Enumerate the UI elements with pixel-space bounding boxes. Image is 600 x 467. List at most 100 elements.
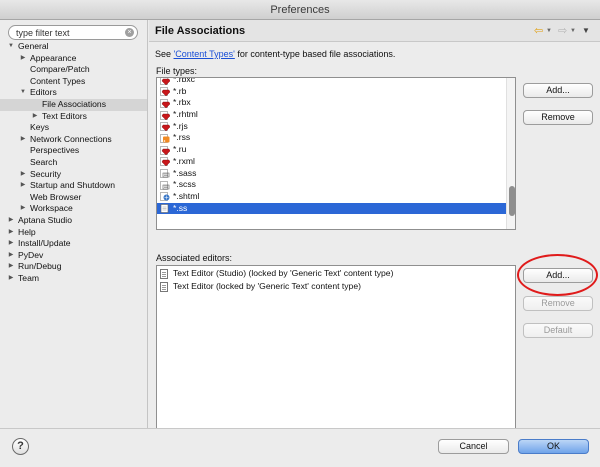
tree-item-label: Team xyxy=(18,272,40,283)
collapsed-triangle-icon[interactable]: ▶ xyxy=(7,215,15,227)
tree-item[interactable]: Content Types xyxy=(0,76,147,88)
file-type-row[interactable]: *.rss xyxy=(157,132,508,144)
tree-item[interactable]: ▶ Security xyxy=(0,169,147,181)
file-type-row[interactable]: *.rxml xyxy=(157,156,508,168)
file-type-name: *.ru xyxy=(173,144,187,155)
collapsed-triangle-icon[interactable]: ▶ xyxy=(7,273,15,285)
hint-suffix: for content-type based file associations… xyxy=(234,49,396,59)
file-type-name: *.rb xyxy=(173,85,187,96)
tree-item-label: Text Editors xyxy=(42,110,87,121)
tree-item[interactable]: ▶ Help xyxy=(0,227,147,239)
tree-item[interactable]: ▶ Startup and Shutdown xyxy=(0,180,147,192)
collapsed-triangle-icon[interactable]: ▶ xyxy=(31,111,39,123)
collapsed-triangle-icon[interactable]: ▶ xyxy=(19,134,27,146)
file-type-row[interactable]: *.rbx xyxy=(157,97,508,109)
collapsed-triangle-icon[interactable]: ▶ xyxy=(19,169,27,181)
window-titlebar: Preferences xyxy=(0,0,600,20)
file-type-row[interactable]: *.rjs xyxy=(157,121,508,133)
tree-item[interactable]: ▶ Install/Update xyxy=(0,238,147,250)
page-title: File Associations xyxy=(155,25,246,37)
history-nav: ⇦ ▼ ⇨ ▼ ▼ xyxy=(534,25,594,37)
associated-editors-list[interactable]: Text Editor (Studio) (locked by 'Generic… xyxy=(156,265,516,437)
file-types-remove-button[interactable]: Remove xyxy=(523,110,593,125)
collapsed-triangle-icon[interactable]: ▶ xyxy=(19,53,27,65)
file-types-label: File types: xyxy=(156,66,198,76)
filter-input[interactable] xyxy=(16,27,124,38)
tree-item-label: Appearance xyxy=(30,52,77,63)
file-type-row[interactable]: *.rhtml xyxy=(157,109,508,121)
file-type-name: *.rxml xyxy=(173,155,195,166)
expanded-triangle-icon[interactable]: ▼ xyxy=(7,41,15,53)
file-type-row[interactable]: *.rbxc xyxy=(157,78,508,86)
tree-item[interactable]: ▶ Network Connections xyxy=(0,134,147,146)
tree-item[interactable]: File Associations xyxy=(0,98,147,111)
tree-item[interactable]: Perspectives xyxy=(0,145,147,157)
help-icon[interactable]: ? xyxy=(12,438,29,455)
tree-item[interactable]: ▶ Aptana Studio xyxy=(0,215,147,227)
associated-editors-label: Associated editors: xyxy=(156,253,233,263)
preferences-sidebar: × ▼General▶AppearanceCompare/PatchConten… xyxy=(0,20,148,428)
file-type-row[interactable]: *.ss xyxy=(157,202,508,215)
associated-editor-row[interactable]: Text Editor (locked by 'Generic Text' co… xyxy=(157,280,515,293)
file-type-row[interactable]: *.scss xyxy=(157,179,508,191)
collapsed-triangle-icon[interactable]: ▶ xyxy=(7,238,15,250)
forward-dropdown-icon[interactable]: ▼ xyxy=(570,25,576,37)
tree-item[interactable]: ▶ Team xyxy=(0,273,147,285)
page-header: File Associations ⇦ ▼ ⇨ ▼ ▼ xyxy=(149,20,600,42)
tree-item[interactable]: Keys xyxy=(0,122,147,134)
tree-item-label: Search xyxy=(30,156,58,167)
editors-remove-button[interactable]: Remove xyxy=(523,296,593,311)
expanded-triangle-icon[interactable]: ▼ xyxy=(19,87,27,99)
file-type-row[interactable]: *.rb xyxy=(157,86,508,98)
tree-item[interactable]: ▶ Workspace xyxy=(0,203,147,215)
content-types-link[interactable]: 'Content Types' xyxy=(174,49,235,59)
file-types-scrollbar[interactable] xyxy=(506,78,515,229)
file-type-name: *.rbx xyxy=(173,97,191,108)
ok-button[interactable]: OK xyxy=(518,439,589,454)
collapsed-triangle-icon[interactable]: ▶ xyxy=(7,250,15,262)
file-type-name: *.ss xyxy=(173,202,188,213)
filter-search-box[interactable]: × xyxy=(8,25,138,40)
file-types-add-button[interactable]: Add... xyxy=(523,83,593,98)
editor-name: Text Editor (Studio) (locked by 'Generic… xyxy=(173,268,394,278)
ruby-gem-icon xyxy=(160,78,170,85)
tree-item[interactable]: ▼ General xyxy=(0,41,147,53)
view-menu-icon[interactable]: ▼ xyxy=(582,25,590,37)
tree-item[interactable]: Web Browser xyxy=(0,192,147,204)
preferences-tree: ▼ General ▶ Appearance Compare/Patch Content … xyxy=(0,41,147,284)
tree-item[interactable]: ▼ Editors xyxy=(0,87,147,99)
collapsed-triangle-icon[interactable]: ▶ xyxy=(7,227,15,239)
file-type-name: *.scss xyxy=(173,179,196,190)
sass-icon xyxy=(160,169,170,178)
collapsed-triangle-icon[interactable]: ▶ xyxy=(19,180,27,192)
tree-item-label: Web Browser xyxy=(30,191,82,202)
tree-item[interactable]: ▶ Run/Debug xyxy=(0,261,147,273)
tree-item[interactable]: ▶ Appearance xyxy=(0,53,147,65)
tree-item-label: Startup and Shutdown xyxy=(30,180,116,191)
tree-item[interactable]: Compare/Patch xyxy=(0,64,147,76)
ruby-gem-icon xyxy=(160,87,170,97)
forward-arrow-icon[interactable]: ⇨ xyxy=(558,25,567,37)
file-types-scroll-thumb[interactable] xyxy=(508,186,515,216)
clear-filter-icon[interactable]: × xyxy=(125,28,134,37)
file-type-row[interactable]: *.shtml xyxy=(157,191,508,203)
cancel-button[interactable]: Cancel xyxy=(438,439,509,454)
back-arrow-icon[interactable]: ⇦ xyxy=(534,25,543,37)
file-type-name: *.sass xyxy=(173,167,197,178)
collapsed-triangle-icon[interactable]: ▶ xyxy=(19,203,27,215)
tree-item[interactable]: ▶ PyDev xyxy=(0,250,147,262)
tree-item-label: Help xyxy=(18,226,36,237)
window-title: Preferences xyxy=(270,4,330,16)
back-dropdown-icon[interactable]: ▼ xyxy=(546,25,552,37)
file-type-row[interactable]: *.ru xyxy=(157,144,508,156)
tree-item[interactable]: ▶ Text Editors xyxy=(0,111,147,123)
rss-icon xyxy=(160,134,170,143)
file-type-row[interactable]: *.sass xyxy=(157,168,508,180)
tree-item-label: General xyxy=(18,41,49,51)
editors-default-button[interactable]: Default xyxy=(523,323,593,338)
associated-editor-row[interactable]: Text Editor (Studio) (locked by 'Generic… xyxy=(157,267,515,280)
tree-item-label: Security xyxy=(30,168,62,179)
tree-item[interactable]: Search xyxy=(0,157,147,169)
file-types-list[interactable]: *.rbxc *.rb *.rbx *.rhtml *.rjs *.rss *.ru *.rx… xyxy=(156,77,516,230)
collapsed-triangle-icon[interactable]: ▶ xyxy=(7,261,15,273)
